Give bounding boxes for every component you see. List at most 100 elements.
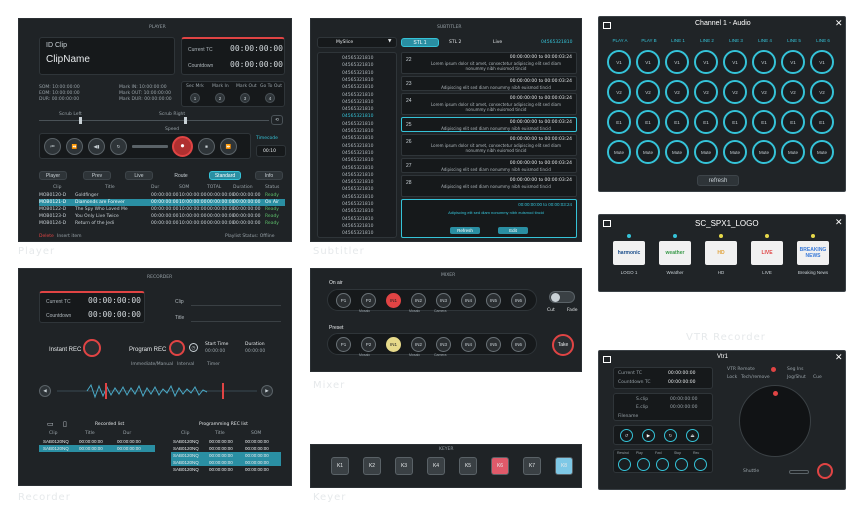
shuttle-slider[interactable] (789, 470, 809, 474)
list-item[interactable]: 04565321810 (342, 56, 374, 61)
mixer-button[interactable]: IN6 (511, 337, 526, 352)
option-interval[interactable]: Interval (177, 362, 194, 367)
toggle-1[interactable]: 1 (190, 93, 200, 103)
stop-icon[interactable]: ■ (198, 138, 215, 155)
mixer-button[interactable]: IN1 (386, 337, 401, 352)
scrub-bar[interactable] (39, 120, 269, 121)
tab-info[interactable]: Info (255, 171, 283, 180)
logo-thumbnail[interactable]: BREAKING NEWS (797, 241, 829, 265)
list-item[interactable]: 04565321810 (342, 180, 374, 185)
toggle-4[interactable]: 4 (265, 93, 275, 103)
option-timer[interactable]: Timer (207, 362, 220, 367)
audio-knob[interactable]: V1 (607, 50, 631, 74)
table-row[interactable]: MOB0123-D You Only Live Twice 00:00:00:00 1… (39, 213, 285, 220)
tab-live[interactable]: Live (125, 171, 153, 180)
prev-frame-icon[interactable]: ◀▮ (88, 138, 105, 155)
subtitle-item[interactable]: 25 00:00:00:00 to 00:00:03:24 Adipiscing e… (401, 117, 577, 132)
audio-knob[interactable]: V2 (723, 80, 747, 104)
mixer-button[interactable]: IN2 (411, 337, 426, 352)
take-button[interactable]: Take (552, 334, 574, 356)
audio-knob[interactable]: V2 (752, 80, 776, 104)
jog-icon[interactable]: ⟲ (271, 115, 283, 125)
keyer-button[interactable]: K7 (523, 457, 541, 475)
keyer-button[interactable]: K2 (363, 457, 381, 475)
table-row[interactable]: SAB0120NQ 00:00:00:00 00:00:00:00 (171, 459, 281, 466)
subtitle-item[interactable]: 23 00:00:00:00 to 00:00:03:24 Adipiscing e… (401, 76, 577, 91)
vtr-control-button[interactable] (637, 458, 650, 471)
refresh-button[interactable]: refresh (697, 175, 739, 186)
subtitle-item[interactable]: 22 00:00:00:00 to 00:00:03:24 Lorem ipsum … (401, 52, 577, 74)
list-item[interactable]: 04565321810 (342, 151, 374, 156)
mixer-button[interactable]: IN3 (436, 293, 451, 308)
list-item[interactable]: 04565321810 (342, 173, 374, 178)
subtitle-edit-box[interactable]: 00:00:00:00 to 00:00:03:24 Adipiscing eli… (401, 199, 577, 238)
audio-knob[interactable]: E1 (607, 110, 631, 134)
audio-knob[interactable]: E1 (665, 110, 689, 134)
mixer-button[interactable]: P1 (336, 293, 351, 308)
program-rec-button[interactable] (169, 340, 185, 356)
rec-prev-icon[interactable]: ◀ (39, 385, 51, 397)
logo-thumbnail[interactable]: HD (705, 241, 737, 265)
audio-knob[interactable]: V2 (810, 80, 834, 104)
rewind-icon[interactable]: ⏪ (66, 138, 83, 155)
vtr-opt-tech[interactable]: Tech/remove (741, 375, 770, 380)
scrub-handle-right[interactable] (184, 117, 187, 124)
audio-knob[interactable]: Mute (607, 140, 631, 164)
audio-knob[interactable]: V2 (636, 80, 660, 104)
audio-knob[interactable]: Mute (723, 140, 747, 164)
tab-prev[interactable]: Prev (83, 171, 111, 180)
audio-knob[interactable]: V1 (723, 50, 747, 74)
mixer-button[interactable]: IN5 (486, 337, 501, 352)
keyer-button[interactable]: K1 (331, 457, 349, 475)
vtr-control-button[interactable] (656, 458, 669, 471)
list-item[interactable]: 04565321810 (342, 166, 374, 171)
refresh-button[interactable]: Refresh (450, 227, 480, 234)
tab-route[interactable]: Route (167, 171, 195, 180)
slice-dropdown[interactable]: MySlice ▼ (317, 37, 397, 48)
list-item[interactable]: 04565321810 (342, 85, 374, 90)
stl2-label[interactable]: STL 2 (449, 40, 461, 45)
audio-knob[interactable]: Mute (752, 140, 776, 164)
vtr-rewind-icon[interactable]: ↺ (620, 429, 633, 442)
loop-icon[interactable]: ↻ (110, 138, 127, 155)
toggle-2[interactable]: 2 (215, 93, 225, 103)
mixer-button[interactable]: IN5 (486, 293, 501, 308)
keyer-button[interactable]: K5 (459, 457, 477, 475)
table-row[interactable]: MOB0120-D Goldfinger 00:00:00:00 10:00:00:0… (39, 192, 285, 199)
keyer-button[interactable]: K3 (395, 457, 413, 475)
timecode-field[interactable]: 00:10 (256, 145, 286, 157)
mixer-button[interactable]: IN4 (461, 293, 476, 308)
scrub-handle-left[interactable] (79, 117, 82, 124)
mixer-button[interactable]: P1 (336, 337, 351, 352)
vtr-control-button[interactable] (694, 458, 707, 471)
option-immediate[interactable]: Immediate/Manual (131, 362, 173, 367)
logo-thumbnail[interactable]: LIVE (751, 241, 783, 265)
list-item[interactable]: 04565321810 (342, 78, 374, 83)
tab-player[interactable]: Player (39, 171, 67, 180)
audio-knob[interactable]: V2 (665, 80, 689, 104)
audio-knob[interactable]: Mute (665, 140, 689, 164)
vtr-opt-remote[interactable]: VTR Remote (727, 367, 755, 372)
audio-knob[interactable]: V1 (636, 50, 660, 74)
clock-icon[interactable]: ◷ (189, 343, 198, 352)
mixer-button[interactable]: IN1 (386, 293, 401, 308)
speed-slider[interactable] (132, 145, 168, 148)
list-item[interactable]: 04565321810 (342, 122, 374, 127)
vtr-fwd-icon[interactable]: ↻ (664, 429, 677, 442)
table-row[interactable]: SAB0120NQ 00:00:00:00 00:00:00:00 (39, 438, 155, 445)
vtr-opt-seg[interactable]: Seg Ins (787, 367, 803, 372)
vtr-control-button[interactable] (675, 458, 688, 471)
forward-icon[interactable]: ⏩ (220, 138, 237, 155)
play-button[interactable]: ⏺ (172, 136, 193, 157)
vtr-eject-icon[interactable]: ⏏ (686, 429, 699, 442)
subtitle-item[interactable]: 26 00:00:00:00 to 00:00:03:24 Lorem ipsum … (401, 134, 577, 156)
audio-knob[interactable]: V1 (810, 50, 834, 74)
audio-knob[interactable]: E1 (723, 110, 747, 134)
edit-button[interactable]: Edit (498, 227, 528, 234)
subtitle-item[interactable]: 27 00:00:00:00 to 00:00:03:24 Adipiscing e… (401, 158, 577, 173)
waveform[interactable] (57, 383, 257, 399)
audio-knob[interactable]: Mute (694, 140, 718, 164)
vtr-control-button[interactable] (618, 458, 631, 471)
keyer-button[interactable]: K8 (555, 457, 573, 475)
mixer-button[interactable]: IN2 (411, 293, 426, 308)
